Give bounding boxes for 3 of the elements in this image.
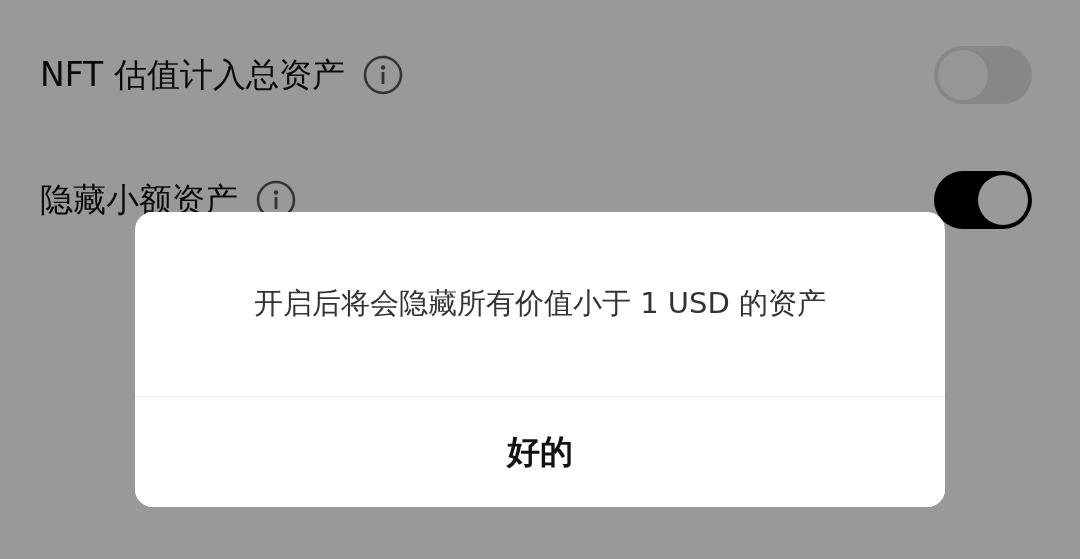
- toggle-switch[interactable]: [934, 171, 1032, 229]
- setting-label: NFT 估值计入总资产: [40, 53, 345, 96]
- dialog-message: 开启后将会隐藏所有价值小于 1 USD 的资产: [253, 285, 827, 322]
